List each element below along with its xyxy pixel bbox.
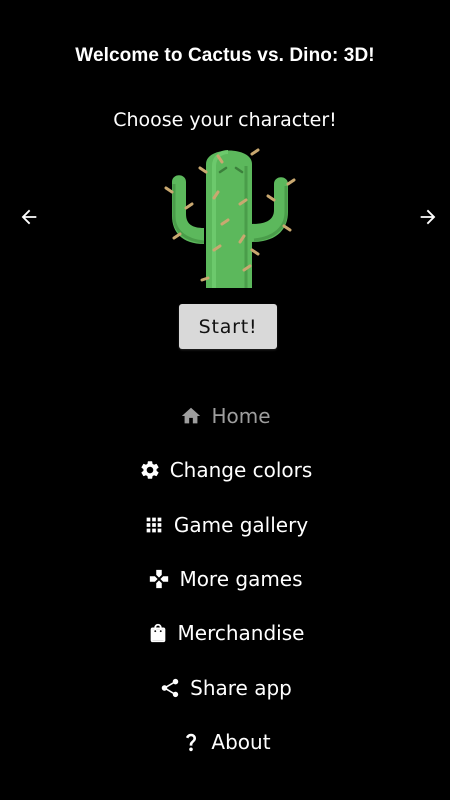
menu-item-home[interactable]: Home: [0, 389, 450, 443]
shopping-bag-icon: [146, 621, 170, 645]
grid-icon: [142, 513, 166, 537]
app-title: Welcome to Cactus vs. Dino: 3D!: [75, 45, 375, 66]
menu-item-label: More games: [179, 567, 303, 592]
menu-item-merchandise[interactable]: Merchandise: [0, 606, 450, 660]
share-icon: [158, 676, 182, 700]
cactus-character[interactable]: [160, 142, 298, 290]
arrow-right-icon: [420, 209, 436, 225]
menu-item-label: Game gallery: [173, 512, 309, 537]
menu-item-change-colors[interactable]: Change colors: [0, 443, 450, 497]
menu-item-label: Merchandise: [177, 621, 305, 646]
menu-item-label: Home: [211, 404, 271, 429]
menu-item-game-gallery[interactable]: Game gallery: [0, 498, 450, 552]
menu-item-label: About: [211, 729, 271, 754]
start-button[interactable]: Start!: [179, 304, 277, 349]
arrow-left-icon: [21, 209, 37, 225]
menu-item-more-games[interactable]: More games: [0, 552, 450, 606]
cactus-icon: [164, 148, 296, 288]
previous-character-button[interactable]: [16, 204, 42, 230]
gamepad-icon: [147, 567, 171, 591]
home-icon: [179, 404, 203, 428]
next-character-button[interactable]: [415, 204, 441, 230]
menu-item-label: Share app: [190, 675, 292, 700]
main-menu: Home Change colors Game gallery More gam…: [0, 389, 450, 769]
menu-item-label: Change colors: [169, 458, 313, 483]
menu-item-share-app[interactable]: Share app: [0, 660, 450, 714]
choose-character-prompt: Choose your character!: [113, 109, 337, 131]
question-mark-icon: [179, 730, 203, 754]
gear-icon: [138, 458, 162, 482]
menu-item-about[interactable]: About: [0, 715, 450, 769]
